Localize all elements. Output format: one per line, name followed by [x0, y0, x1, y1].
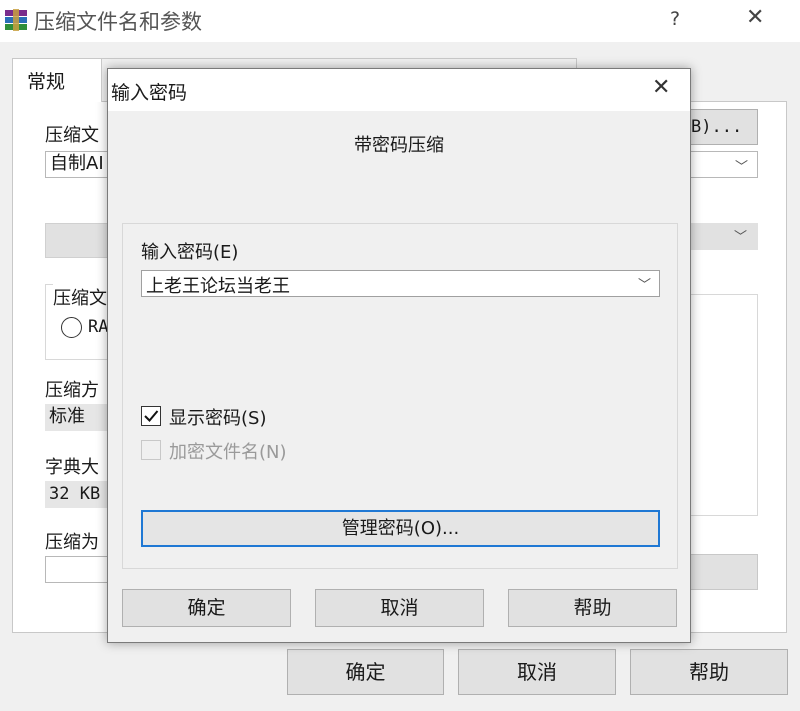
split-volumes-input[interactable]	[45, 556, 115, 583]
dictionary-size-select[interactable]: 32 KB	[45, 481, 115, 508]
archive-options-group	[688, 294, 758, 516]
checkmark-icon	[144, 410, 159, 422]
dialog-heading: 带密码压缩	[354, 135, 444, 156]
rar-radio-label: RA	[88, 317, 109, 337]
archive-format-label: 压缩文	[53, 284, 107, 310]
browse-button-label: B)...	[691, 117, 743, 137]
archive-name-input[interactable]: 自制AI	[45, 151, 115, 178]
show-password-checkbox[interactable]	[141, 406, 161, 426]
split-volumes-label: 压缩为	[45, 532, 99, 553]
dialog-ok-button[interactable]: 确定	[122, 589, 291, 627]
dialog-cancel-button[interactable]: 取消	[315, 589, 484, 627]
window-title: 压缩文件名和参数	[34, 10, 202, 34]
set-password-button[interactable]	[688, 554, 758, 590]
ok-button[interactable]: 确定	[287, 649, 444, 695]
chevron-down-icon: ﹀	[734, 230, 748, 245]
encrypt-filenames-label: 加密文件名(N)	[169, 442, 287, 463]
tab-general[interactable]: 常规	[12, 58, 102, 102]
window-title-bar: 压缩文件名和参数 ? ✕	[0, 0, 800, 42]
profiles-button[interactable]	[45, 223, 115, 258]
winrar-app-icon	[4, 8, 28, 32]
archive-name-label: 压缩文	[45, 125, 99, 146]
password-group: 输入密码(E) 上老王论坛当老王 ﹀ 显示密码(S) 加密文件名(N) 管理密码…	[122, 223, 678, 569]
dialog-title: 输入密码	[111, 82, 188, 104]
update-mode-dropdown[interactable]: ﹀	[688, 223, 758, 250]
cancel-button[interactable]: 取消	[458, 649, 616, 695]
tab-general-label: 常规	[27, 71, 66, 93]
archive-name-dropdown[interactable]: ﹀	[688, 151, 758, 178]
password-value: 上老王论坛当老王	[146, 276, 290, 297]
close-icon[interactable]: ✕	[746, 5, 764, 30]
show-password-label[interactable]: 显示密码(S)	[169, 404, 266, 430]
browse-button[interactable]: B)...	[688, 109, 758, 145]
dictionary-size-label: 字典大	[45, 457, 99, 478]
manage-passwords-button[interactable]: 管理密码(O)...	[141, 510, 660, 547]
password-label: 输入密码(E)	[141, 242, 239, 263]
rar-radio-button[interactable]	[61, 317, 82, 338]
help-button[interactable]: 帮助	[630, 649, 788, 695]
dialog-close-icon[interactable]: ✕	[652, 75, 670, 100]
password-input[interactable]: 上老王论坛当老王 ﹀	[141, 270, 660, 297]
password-dialog: 输入密码 ✕ 带密码压缩 输入密码(E) 上老王论坛当老王 ﹀ 显示密码(S) …	[107, 68, 691, 643]
help-icon[interactable]: ?	[670, 8, 680, 30]
compression-method-select[interactable]: 标准	[45, 404, 115, 431]
encrypt-filenames-checkbox[interactable]	[141, 440, 161, 460]
dialog-help-button[interactable]: 帮助	[508, 589, 677, 627]
chevron-down-icon[interactable]: ﹀	[638, 274, 651, 293]
chevron-down-icon: ﹀	[735, 160, 749, 175]
compression-method-label: 压缩方	[45, 380, 99, 401]
dialog-title-bar: 输入密码 ✕	[108, 69, 690, 111]
